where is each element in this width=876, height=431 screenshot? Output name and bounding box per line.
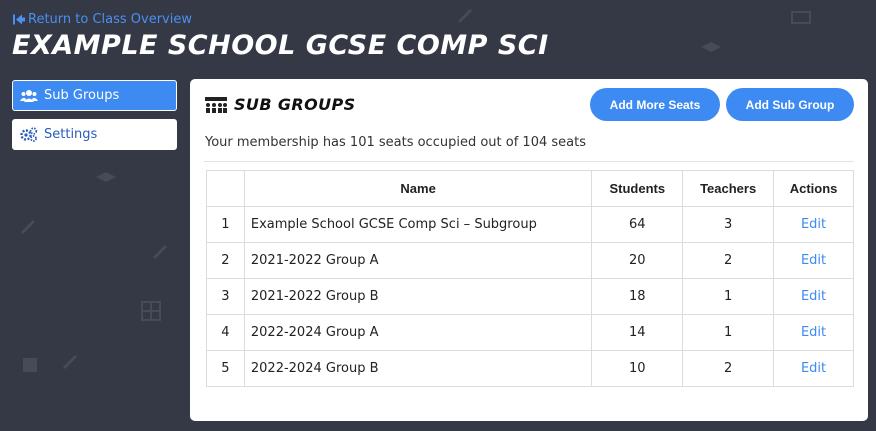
cube-icon (23, 358, 37, 372)
row-number: 3 (206, 278, 245, 315)
pencil-icon (21, 220, 35, 234)
students-count: 18 (591, 278, 684, 315)
row-number: 1 (206, 206, 245, 243)
students-count: 64 (591, 206, 684, 243)
sidebar-item-sub-groups[interactable]: Sub Groups (12, 80, 177, 111)
edit-link[interactable]: Edit (773, 350, 854, 387)
students-count: 14 (591, 314, 684, 351)
classroom-icon (205, 96, 227, 113)
table-row: 4 2022-2024 Group A 14 1 Edit (206, 314, 854, 351)
column-header-teachers: Teachers (682, 170, 775, 207)
column-header-index (206, 170, 245, 207)
gears-icon (20, 127, 38, 142)
table-row: 2 2021-2022 Group A 20 2 Edit (206, 242, 854, 279)
return-to-class-overview-link[interactable]: Return to Class Overview (12, 12, 192, 27)
sub-groups-panel: SUB GROUPS Add More Seats Add Sub Group … (190, 79, 868, 421)
edit-link[interactable]: Edit (773, 278, 854, 315)
group-name: 2022-2024 Group B (243, 350, 593, 387)
row-number: 4 (206, 314, 245, 351)
students-count: 20 (591, 242, 684, 279)
pencil-icon (63, 355, 77, 369)
divider (204, 161, 854, 162)
grid-icon (141, 301, 161, 321)
back-arrow-icon (13, 14, 25, 25)
edit-link[interactable]: Edit (773, 206, 854, 243)
sidebar-item-settings[interactable]: Settings (12, 119, 177, 150)
edit-link[interactable]: Edit (773, 314, 854, 351)
grad-cap-icon (96, 172, 116, 182)
grad-cap-icon (701, 42, 721, 52)
users-icon (20, 89, 38, 102)
sidebar-item-label: Settings (44, 127, 98, 142)
students-count: 10 (591, 350, 684, 387)
teachers-count: 2 (682, 242, 775, 279)
teachers-count: 1 (682, 314, 775, 351)
column-header-students: Students (591, 170, 684, 207)
back-link-label[interactable]: Return to Class Overview (28, 12, 192, 27)
row-number: 5 (206, 350, 245, 387)
pencil-icon (458, 9, 472, 23)
group-name: 2021-2022 Group A (243, 242, 593, 279)
teachers-count: 1 (682, 278, 775, 315)
sidebar: Sub Groups Settings (12, 80, 177, 158)
membership-status-text: Your membership has 101 seats occupied o… (205, 135, 586, 150)
group-name: 2022-2024 Group A (243, 314, 593, 351)
group-name: Example School GCSE Comp Sci – Subgroup (243, 206, 593, 243)
table-header-row: Name Students Teachers Actions (206, 170, 854, 207)
panel-title: SUB GROUPS (234, 95, 356, 114)
table-row: 1 Example School GCSE Comp Sci – Subgrou… (206, 206, 854, 243)
table-row: 5 2022-2024 Group B 10 2 Edit (206, 350, 854, 387)
teachers-count: 3 (682, 206, 775, 243)
column-header-name: Name (243, 170, 593, 207)
add-more-seats-button[interactable]: Add More Seats (590, 88, 720, 121)
row-number: 2 (206, 242, 245, 279)
panel-header: SUB GROUPS (204, 95, 356, 114)
sidebar-item-label: Sub Groups (44, 88, 120, 103)
column-header-actions: Actions (773, 170, 854, 207)
table-row: 3 2021-2022 Group B 18 1 Edit (206, 278, 854, 315)
teachers-count: 2 (682, 350, 775, 387)
add-sub-group-button[interactable]: Add Sub Group (726, 88, 854, 121)
pencil-icon (153, 245, 167, 259)
group-name: 2021-2022 Group B (243, 278, 593, 315)
edit-link[interactable]: Edit (773, 242, 854, 279)
sub-groups-table: Name Students Teachers Actions 1 Example… (206, 170, 854, 387)
easel-icon (791, 11, 811, 24)
page-title: EXAMPLE SCHOOL GCSE COMP SCI (12, 30, 549, 61)
